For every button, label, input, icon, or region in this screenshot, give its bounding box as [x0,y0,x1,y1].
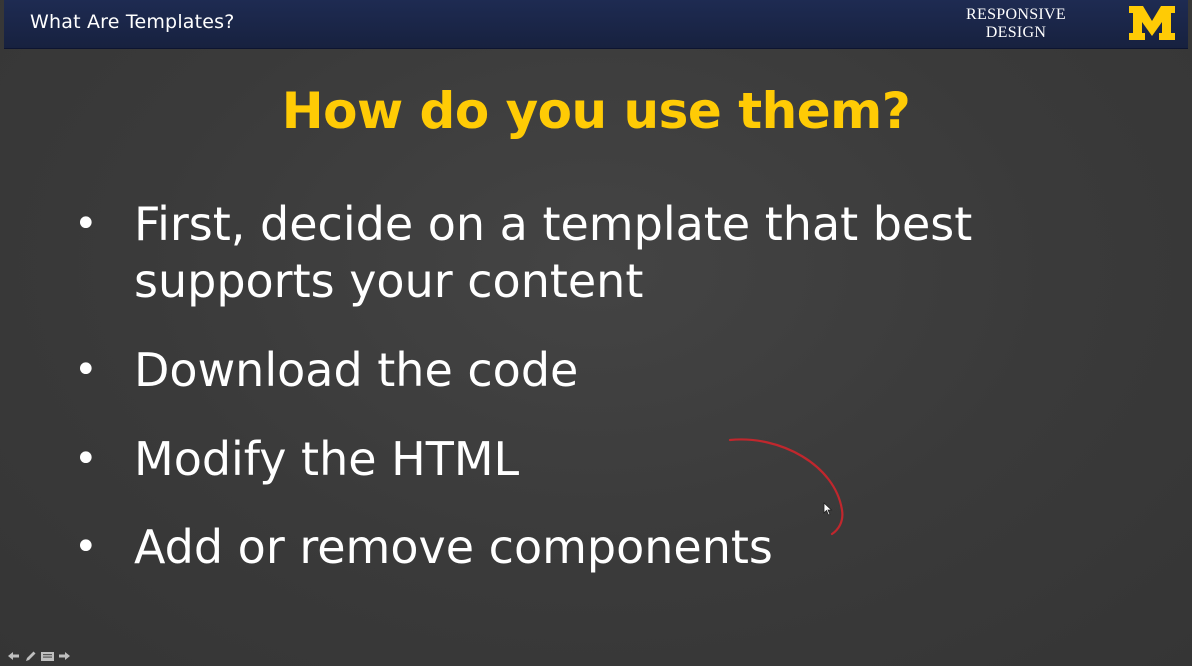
bullet-symbol: • [74,201,98,247]
arrow-left-icon[interactable] [6,649,21,663]
course-brand: RESPONSIVE DESIGN [952,6,1080,42]
pen-icon[interactable] [23,649,38,663]
bullet-text: Add or remove components [134,520,773,574]
slide-heading: How do you use them? [281,82,911,140]
brand-line-1: RESPONSIVE [966,6,1066,23]
university-m-logo-icon [1129,6,1175,40]
header-bar: What Are Templates? RESPONSIVE DESIGN [4,0,1188,49]
bullet-symbol: • [74,436,98,482]
arrow-right-icon[interactable] [57,649,72,663]
slide-section-title: What Are Templates? [30,11,235,33]
slides-menu-icon[interactable] [40,649,55,663]
slide-canvas: What Are Templates? RESPONSIVE DESIGN Ho… [0,0,1192,666]
bullet-text: Download the code [134,343,579,397]
bullet-text: Modify the HTML [134,432,520,486]
brand-line-2: DESIGN [985,24,1047,41]
slideshow-nav-controls [6,648,72,664]
mouse-pointer-icon [823,502,833,516]
bullet-symbol: • [74,524,98,570]
bullet-symbol: • [74,347,98,393]
bullet-text: First, decide on a template that best su… [134,197,973,308]
